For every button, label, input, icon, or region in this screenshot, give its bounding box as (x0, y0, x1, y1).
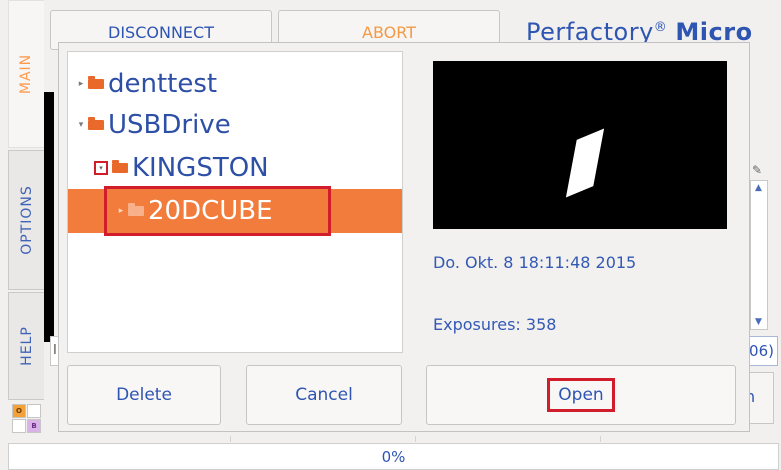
cancel-button[interactable]: Cancel (246, 365, 402, 425)
open-job-dialog: ▸ denttest ▾ USBDrive ▾ KINGSTON ▸ 20DCU… (58, 42, 750, 432)
logo-square (12, 419, 26, 433)
folder-icon (128, 203, 144, 216)
folder-tree[interactable]: ▸ denttest ▾ USBDrive ▾ KINGSTON ▸ 20DCU… (67, 51, 403, 353)
preview-slice-shape (565, 128, 605, 198)
tab-main[interactable]: MAIN (8, 0, 44, 148)
job-exposures: Exposures: 358 (433, 315, 557, 334)
folder-icon (88, 117, 104, 130)
tree-node-label: denttest (108, 69, 218, 99)
tab-options[interactable]: OPTIONS (8, 150, 44, 290)
delete-button[interactable]: Delete (67, 365, 221, 425)
progress-bar: 0% (8, 443, 779, 470)
collapse-icon[interactable]: ▾ (76, 120, 86, 130)
folder-icon (112, 160, 128, 173)
collapse-icon[interactable]: ▾ (94, 161, 108, 175)
logo-square-b: B (27, 419, 41, 433)
divider (415, 436, 416, 442)
tree-node-label: 20DCUBE (148, 196, 273, 226)
tree-node-label: USBDrive (108, 110, 231, 140)
logo-square (27, 404, 41, 418)
tab-options-label: OPTIONS (18, 185, 35, 255)
expand-icon[interactable]: ▸ (76, 79, 86, 89)
brand-reg: ® (653, 20, 668, 35)
progress-label: 0% (381, 448, 406, 466)
tab-help-label: HELP (18, 326, 35, 366)
background-scrollbar[interactable]: ▲ ▼ (750, 180, 768, 330)
tree-node-usbdrive[interactable]: ▾ USBDrive (68, 105, 402, 145)
divider (600, 436, 601, 442)
job-date: Do. Okt. 8 18:11:48 2015 (433, 253, 637, 272)
folder-icon (88, 76, 104, 89)
divider (230, 436, 231, 442)
tree-node-denttest[interactable]: ▸ denttest (68, 64, 402, 104)
logo-square-o: O (12, 404, 26, 418)
open-button[interactable]: Open (426, 365, 736, 425)
app-window: MAIN OPTIONS HELP O B DISCONNECT ABORT P… (0, 0, 781, 470)
wrench-icon: ✎ (752, 163, 763, 177)
tree-node-kingston[interactable]: ▾ KINGSTON (68, 148, 402, 188)
expand-icon[interactable]: ▸ (116, 206, 126, 216)
tab-main-label: MAIN (18, 53, 35, 95)
tree-node-label: KINGSTON (132, 153, 269, 183)
envisiontec-logo: O B (12, 404, 42, 434)
job-preview-image (433, 61, 727, 229)
background-preview-strip (44, 92, 54, 342)
open-button-label: Open (547, 378, 615, 412)
scroll-up-icon[interactable]: ▲ (755, 183, 762, 193)
tab-help[interactable]: HELP (8, 292, 44, 400)
scroll-down-icon[interactable]: ▼ (755, 317, 762, 327)
tree-node-20dcube[interactable]: ▸ 20DCUBE (68, 189, 402, 233)
